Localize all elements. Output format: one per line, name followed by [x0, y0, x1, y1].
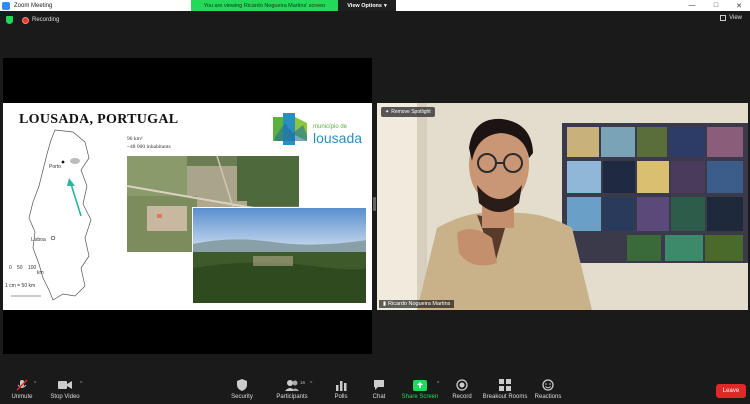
viewing-screen-notice: You are viewing Ricardo Nogueira Martins…: [191, 0, 338, 11]
split-view-divider[interactable]: [373, 197, 376, 211]
view-button[interactable]: View: [720, 15, 742, 21]
meeting-toolbar: Unmute ^ Stop Video ^ Security Participa…: [0, 374, 750, 404]
security-label: Security: [231, 394, 253, 400]
encryption-shield-icon[interactable]: [6, 16, 13, 24]
security-button[interactable]: Security: [217, 379, 267, 400]
chevron-down-icon: ▾: [383, 2, 387, 9]
leave-button[interactable]: Leave: [716, 384, 746, 398]
polls-icon: [334, 379, 348, 391]
breakout-rooms-label: Breakout Rooms: [482, 394, 528, 400]
logo-name: lousada: [313, 130, 363, 146]
video-frame: [377, 103, 748, 310]
record-icon: [455, 379, 469, 391]
remove-spotlight-button[interactable]: ✦ Remove Spotlight: [381, 107, 435, 117]
area-stat: 96 km²: [127, 136, 143, 142]
polls-label: Polls: [334, 394, 348, 400]
scale-label-0: 0: [9, 265, 12, 271]
audio-options-caret[interactable]: ^: [34, 381, 36, 387]
participants-count: 16: [300, 380, 306, 385]
microphone-muted-icon: [15, 379, 29, 391]
slide-title: LOUSADA, PORTUGAL: [19, 112, 179, 127]
population-stat: ~48 000 inhabitants: [127, 144, 171, 150]
view-label: View: [729, 15, 742, 21]
participants-caret[interactable]: ^: [310, 381, 312, 387]
slide-stats: 96 km² ~48 000 inhabitants: [127, 135, 171, 151]
record-label: Record: [452, 394, 472, 400]
scale-label-50: 50: [17, 265, 23, 271]
video-camera-icon: [58, 379, 72, 391]
participants-label: Participants: [276, 394, 308, 400]
window-title: Zoom Meeting: [14, 2, 53, 9]
unmute-label: Unmute: [11, 394, 33, 400]
status-row: Recording View: [0, 11, 750, 29]
chat-label: Chat: [372, 394, 386, 400]
spotlight-icon: ✦: [385, 109, 390, 115]
stop-video-button[interactable]: Stop Video: [40, 379, 90, 400]
zoom-app-icon: [2, 1, 10, 10]
scale-unit: km: [37, 270, 44, 276]
maximize-button[interactable]: □: [706, 0, 726, 11]
shared-screen: LOUSADA, PORTUGAL 96 km² ~48 000 inhabit…: [3, 58, 372, 354]
scale-ratio: 1 cm = 50 km: [5, 283, 36, 289]
presentation-slide: LOUSADA, PORTUGAL 96 km² ~48 000 inhabit…: [3, 103, 372, 310]
landscape-photo: [192, 207, 367, 304]
grid-view-icon: [720, 15, 727, 21]
reactions-button[interactable]: Reactions: [523, 379, 573, 400]
breakout-rooms-icon: [498, 379, 512, 391]
reactions-label: Reactions: [534, 394, 562, 400]
recording-label: Recording: [32, 17, 60, 23]
participant-name-tag: ▮ Ricardo Nogueira Martins: [379, 300, 455, 308]
view-options-button[interactable]: View Options ▾: [338, 0, 396, 11]
minimize-button[interactable]: —: [682, 0, 702, 11]
participants-icon: [285, 379, 299, 391]
remove-spotlight-label: Remove Spotlight: [391, 109, 431, 115]
shield-icon: [235, 379, 249, 391]
map-label-porto: Porto: [49, 164, 61, 170]
map-label-lisboa: Lisboa: [31, 237, 46, 243]
scale-label-100: 100: [28, 265, 37, 271]
share-screen-icon: [413, 379, 427, 391]
mic-icon: ▮: [383, 301, 387, 307]
video-options-caret[interactable]: ^: [80, 381, 82, 387]
share-screen-label: Share Screen: [401, 394, 439, 400]
participant-name: Ricardo Nogueira Martins: [388, 301, 451, 307]
close-button[interactable]: ✕: [729, 0, 749, 11]
municipality-logo: município de lousada: [273, 113, 368, 149]
share-banner: You are viewing Ricardo Nogueira Martins…: [191, 0, 396, 11]
participant-video[interactable]: ✦ Remove Spotlight ▮ Ricardo Nogueira Ma…: [377, 103, 748, 310]
reactions-smiley-icon: [541, 379, 555, 391]
logo-mark-icon: [273, 113, 307, 145]
chat-bubble-icon: [372, 379, 386, 391]
view-options-label: View Options: [347, 2, 382, 9]
stop-video-label: Stop Video: [50, 394, 80, 400]
recording-icon: [22, 16, 29, 24]
